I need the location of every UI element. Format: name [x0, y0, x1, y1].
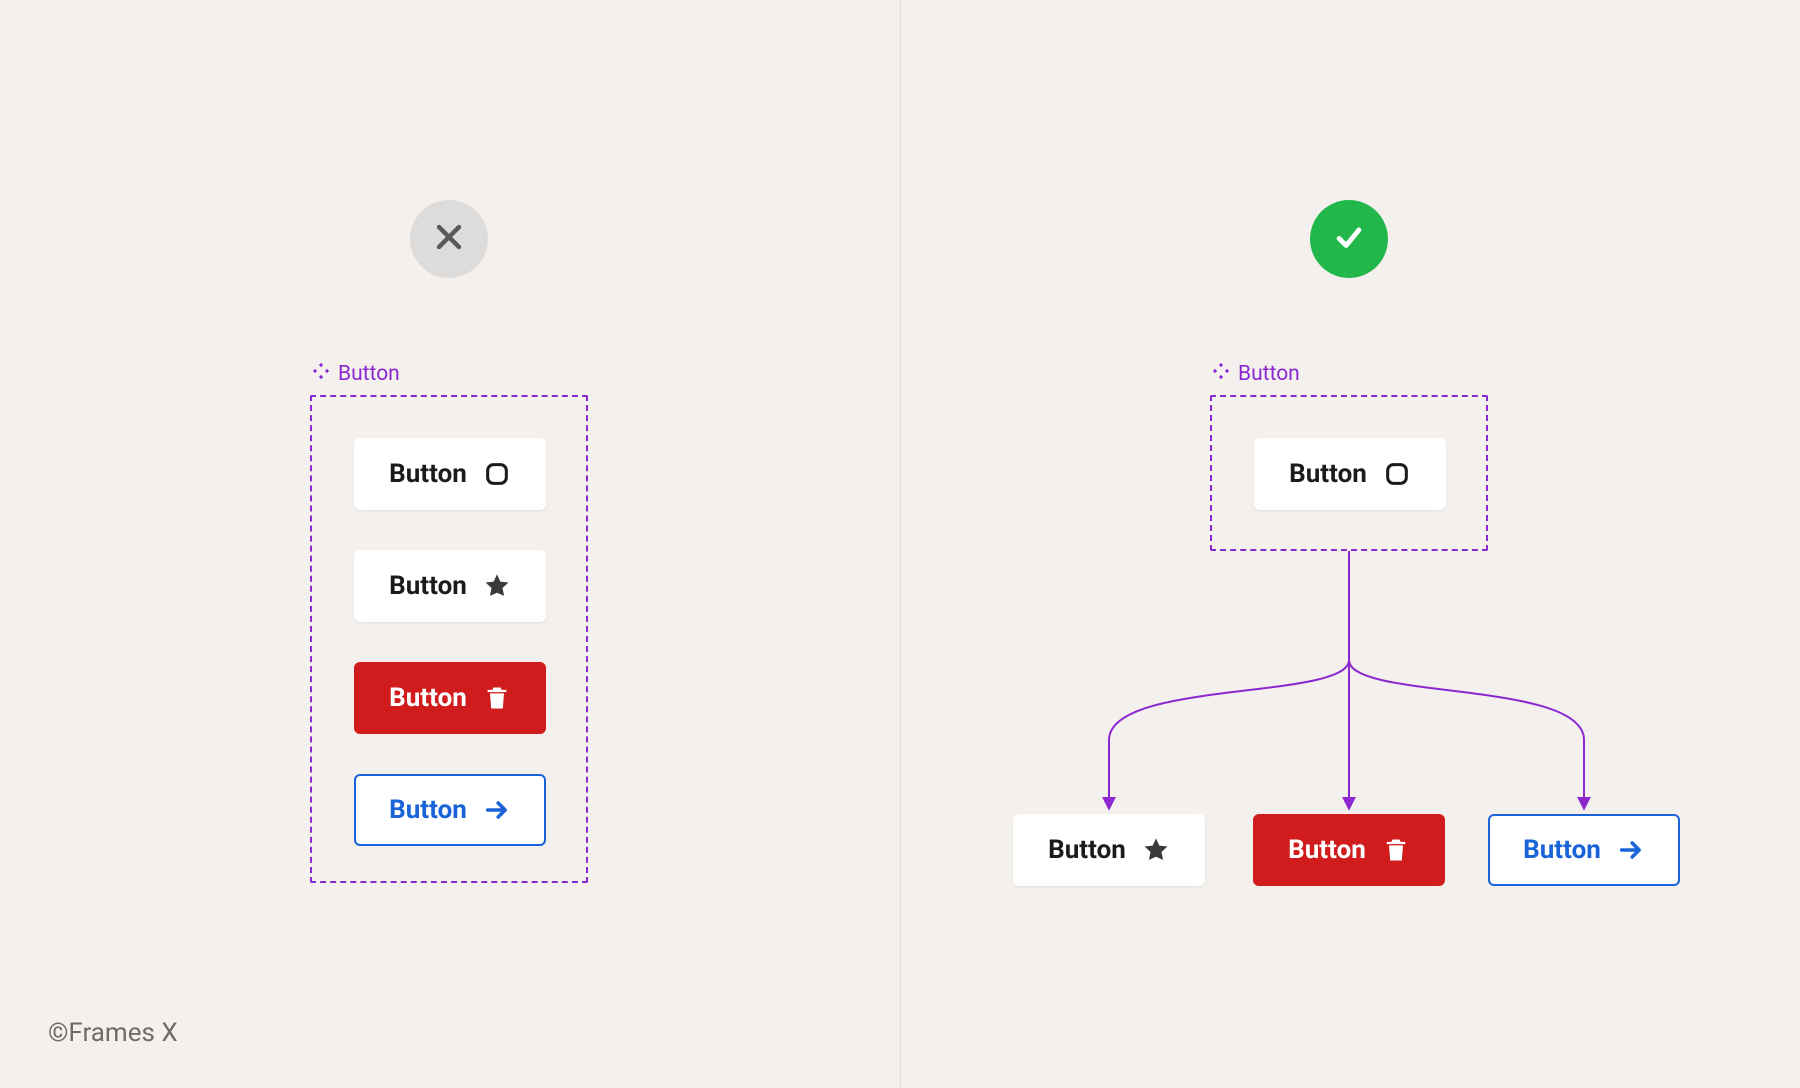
star-icon [1142, 836, 1170, 864]
button-next[interactable]: Button [354, 774, 546, 846]
button-label: Button [1288, 835, 1366, 865]
button-next-variant[interactable]: Button [1488, 814, 1680, 886]
button-label: Button [1048, 835, 1126, 865]
button-label: Button [389, 683, 467, 713]
rounded-square-icon [483, 460, 511, 488]
component-frame-label: Button [312, 362, 400, 386]
button-default[interactable]: Button [354, 438, 546, 510]
check-icon [1332, 220, 1366, 258]
rounded-square-icon [1383, 460, 1411, 488]
frame-label-text: Button [338, 362, 400, 386]
button-label: Button [389, 795, 467, 825]
button-star[interactable]: Button [354, 550, 546, 622]
trash-icon [483, 684, 511, 712]
star-icon [483, 572, 511, 600]
x-icon [432, 220, 466, 258]
arrow-right-icon [483, 796, 511, 824]
correct-badge [1310, 200, 1388, 278]
button-delete-variant[interactable]: Button [1253, 814, 1445, 886]
correct-example-panel: Button Button Button Button [900, 0, 1800, 1088]
wrong-example-panel: Button Button Button Button Button [0, 0, 900, 1088]
component-icon [1212, 362, 1230, 386]
button-master[interactable]: Button [1254, 438, 1446, 510]
wrong-badge [410, 200, 488, 278]
component-frame-label: Button [1212, 362, 1300, 386]
button-label: Button [1523, 835, 1601, 865]
button-label: Button [389, 459, 467, 489]
button-label: Button [1289, 459, 1367, 489]
footer-credit: ©Frames X [48, 1018, 178, 1048]
arrow-right-icon [1617, 836, 1645, 864]
frame-label-text: Button [1238, 362, 1300, 386]
trash-icon [1382, 836, 1410, 864]
button-label: Button [389, 571, 467, 601]
component-icon [312, 362, 330, 386]
button-star-variant[interactable]: Button [1013, 814, 1205, 886]
button-delete[interactable]: Button [354, 662, 546, 734]
